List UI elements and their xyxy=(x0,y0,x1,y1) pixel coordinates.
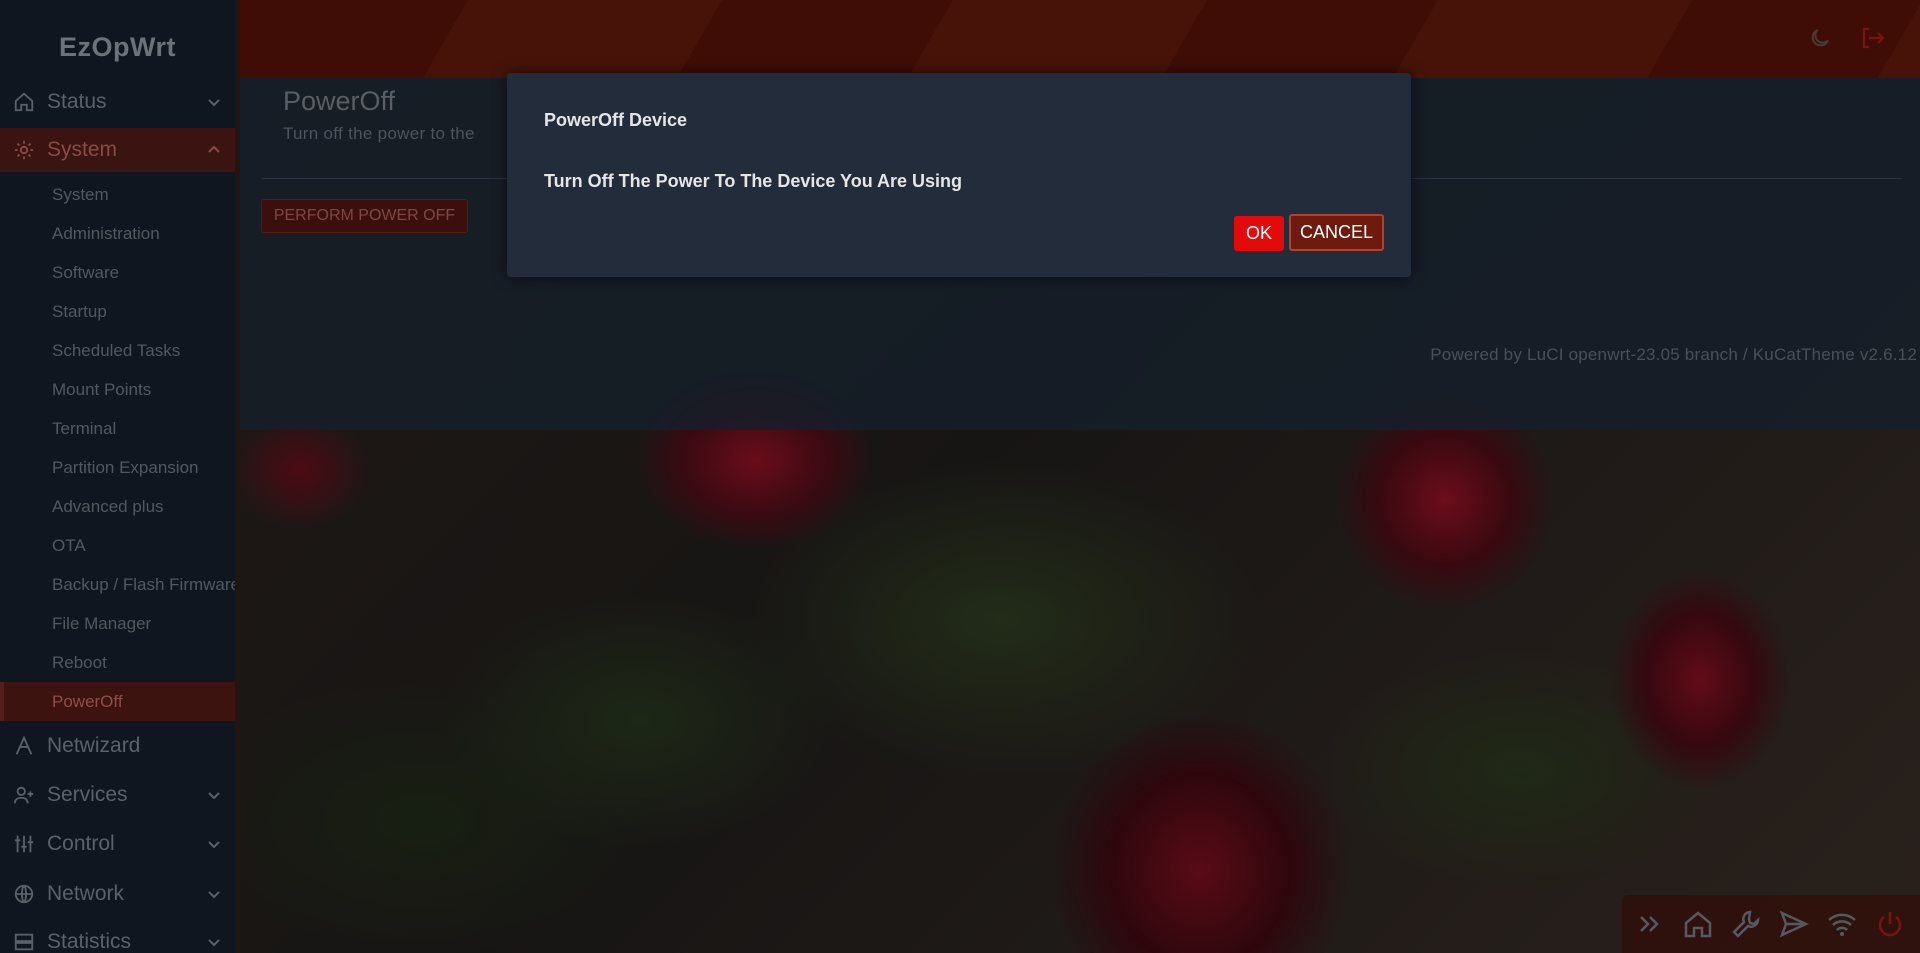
sidebar-item-label: Control xyxy=(47,832,115,855)
page-title: PowerOff xyxy=(283,86,396,116)
home-icon xyxy=(12,90,36,114)
sidebar-subitem-partition-expansion[interactable]: Partition Expansion xyxy=(0,448,235,487)
top-header xyxy=(237,0,1920,78)
sidebar-subitem-backup-flash-firmware[interactable]: Backup / Flash Firmware xyxy=(0,565,235,604)
double-chevron-right-icon[interactable] xyxy=(1634,908,1666,940)
sidebar-item-label: System xyxy=(47,138,118,161)
sidebar-item-label: Status xyxy=(47,90,107,113)
sidebar-item-statistics[interactable]: Statistics xyxy=(0,920,235,953)
sidebar-subitem-terminal[interactable]: Terminal xyxy=(0,409,235,448)
poweroff-modal: PowerOff Device Turn Off The Power To Th… xyxy=(507,73,1411,277)
server-icon xyxy=(12,930,36,953)
chevron-down-icon xyxy=(207,95,221,109)
sidebar: EzOpWrt Status System System Administrat… xyxy=(0,0,235,953)
home-icon[interactable] xyxy=(1682,908,1714,940)
send-icon[interactable] xyxy=(1778,908,1810,940)
ok-button[interactable]: OK xyxy=(1234,216,1284,251)
moon-icon[interactable] xyxy=(1808,26,1832,50)
sidebar-subitem-administration[interactable]: Administration xyxy=(0,214,235,253)
sidebar-item-label: Netwizard xyxy=(47,734,141,757)
sidebar-subitem-reboot[interactable]: Reboot xyxy=(0,643,235,682)
sidebar-item-label: Statistics xyxy=(47,930,132,953)
sidebar-item-label: Services xyxy=(47,783,128,806)
sidebar-subitem-advanced-plus[interactable]: Advanced plus xyxy=(0,487,235,526)
sidebar-item-status[interactable]: Status xyxy=(0,80,235,124)
logout-icon[interactable] xyxy=(1860,26,1885,50)
sidebar-item-system[interactable]: System xyxy=(0,128,235,172)
chevron-down-icon xyxy=(207,788,221,802)
user-plus-icon xyxy=(12,783,36,807)
sidebar-item-label: Network xyxy=(47,882,125,905)
page-description: Turn off the power to the xyxy=(283,124,475,143)
chevron-down-icon xyxy=(207,887,221,901)
sidebar-subitem-file-manager[interactable]: File Manager xyxy=(0,604,235,643)
sidebar-item-network[interactable]: Network xyxy=(0,872,235,916)
perform-power-off-button[interactable]: PERFORM POWER OFF xyxy=(261,199,468,233)
brand-logo: EzOpWrt xyxy=(59,32,176,62)
quick-dock xyxy=(1622,895,1920,953)
sidebar-subitem-ota[interactable]: OTA xyxy=(0,526,235,565)
footer-text: Powered by LuCI openwrt-23.05 branch / K… xyxy=(1430,345,1917,364)
power-icon[interactable] xyxy=(1874,908,1906,940)
sidebar-subitem-mount-points[interactable]: Mount Points xyxy=(0,370,235,409)
chevron-up-icon xyxy=(207,143,221,157)
sidebar-item-services[interactable]: Services xyxy=(0,773,235,817)
wifi-icon[interactable] xyxy=(1826,908,1858,940)
chevron-down-icon xyxy=(207,837,221,851)
cancel-button[interactable]: CANCEL xyxy=(1289,214,1384,251)
sidebar-subitem-poweroff[interactable]: PowerOff xyxy=(0,682,235,721)
sidebar-subitem-system[interactable]: System xyxy=(0,175,235,214)
sidebar-edge xyxy=(235,0,240,953)
sliders-icon xyxy=(12,832,36,856)
sidebar-item-netwizard[interactable]: Netwizard xyxy=(0,724,235,768)
sidebar-subitem-startup[interactable]: Startup xyxy=(0,292,235,331)
gear-icon xyxy=(12,138,36,162)
chevron-down-icon xyxy=(207,935,221,949)
modal-message: Turn Off The Power To The Device You Are… xyxy=(544,171,963,191)
modal-title: PowerOff Device xyxy=(544,110,688,130)
sidebar-item-control[interactable]: Control xyxy=(0,822,235,866)
globe-icon xyxy=(12,882,36,906)
sidebar-subitem-software[interactable]: Software xyxy=(0,253,235,292)
wrench-icon[interactable] xyxy=(1730,908,1762,940)
wizard-icon xyxy=(12,734,36,758)
sidebar-subitem-scheduled-tasks[interactable]: Scheduled Tasks xyxy=(0,331,235,370)
